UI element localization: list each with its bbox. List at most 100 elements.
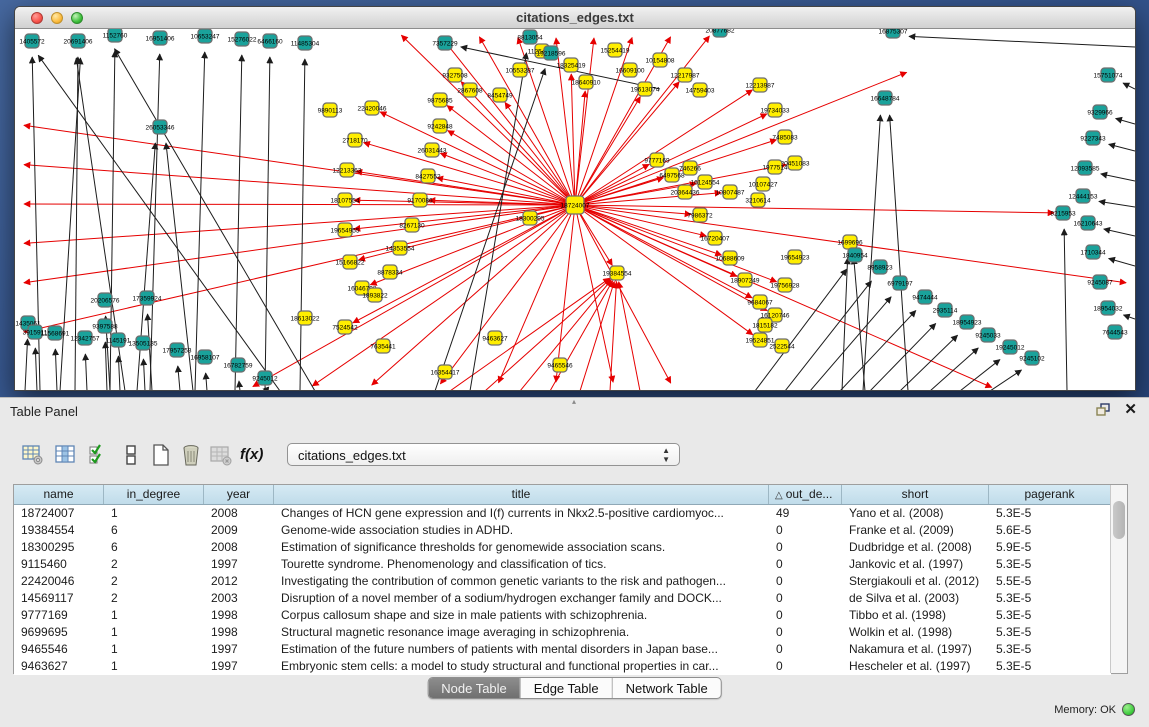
network-node[interactable]: 15276022 [228, 32, 257, 46]
table-row[interactable]: 977716911998Corpus callosum shape and si… [14, 607, 1111, 624]
network-edge[interactable] [461, 82, 575, 205]
column-header-year[interactable]: year [204, 485, 274, 504]
table-row[interactable]: 2242004622012Investigating the contribut… [14, 573, 1111, 590]
network-edge[interactable] [447, 106, 575, 205]
column-header-pagerank[interactable]: pagerank [989, 485, 1111, 504]
network-node[interactable]: 9474444 [912, 290, 938, 304]
network-edge[interactable] [575, 82, 679, 205]
table-row[interactable]: 1872400712008Changes of HCN gene express… [14, 505, 1111, 522]
network-edge[interactable] [1064, 229, 1067, 390]
network-node[interactable]: 26053346 [146, 120, 175, 134]
scrollbar-thumb[interactable] [1113, 501, 1125, 539]
network-node[interactable]: 16648784 [871, 91, 900, 105]
network-edge[interactable] [1101, 174, 1135, 181]
network-edge[interactable] [575, 205, 1054, 213]
network-node[interactable]: 7485083 [772, 130, 798, 144]
network-edge[interactable] [239, 381, 240, 390]
network-node[interactable]: 1145191 [106, 333, 131, 347]
network-node[interactable]: 18325419 [557, 58, 586, 72]
network-node[interactable]: 9463627 [482, 331, 508, 345]
network-view[interactable]: 9890113224200462718170122133631810755419… [15, 29, 1135, 390]
network-node[interactable]: 10107427 [749, 177, 778, 191]
network-node[interactable]: 8267130 [399, 218, 425, 232]
tab-node-table[interactable]: Node Table [428, 678, 520, 698]
network-node[interactable]: 1710344 [1080, 245, 1106, 259]
network-node[interactable]: 10154808 [646, 53, 675, 67]
network-edge[interactable] [24, 205, 575, 283]
function-builder-icon[interactable]: f(x) [240, 444, 270, 466]
network-node[interactable]: 16875307 [879, 29, 908, 38]
network-node[interactable]: 16951406 [146, 31, 175, 45]
network-edge[interactable] [85, 354, 87, 390]
network-node[interactable]: 9245087 [1087, 275, 1113, 289]
delete-table-trash-icon[interactable] [180, 444, 202, 466]
table-row[interactable]: 1456911722003Disruption of a novel membe… [14, 590, 1111, 607]
network-node[interactable]: 12444153 [1069, 189, 1098, 203]
network-node[interactable]: 18640910 [572, 75, 601, 89]
network-edge[interactable] [840, 311, 916, 390]
float-panel-icon[interactable] [1096, 403, 1112, 417]
network-node[interactable]: 11485304 [291, 36, 320, 50]
network-edge[interactable] [575, 72, 907, 205]
network-node[interactable]: 16782759 [224, 358, 253, 372]
table-row[interactable]: 1830029562008Estimation of significance … [14, 539, 1111, 556]
network-edge[interactable] [35, 348, 37, 390]
network-node[interactable]: 10688609 [716, 251, 745, 265]
network-node[interactable]: 8813054 [517, 30, 543, 44]
column-header-title[interactable]: title [274, 485, 769, 504]
table-selector-dropdown[interactable]: citations_edges.txt ▲▼ [287, 443, 680, 466]
table-row[interactable]: 946554611997Estimation of the future num… [14, 641, 1111, 658]
network-edge[interactable] [206, 373, 207, 390]
network-node[interactable]: 18954923 [953, 315, 982, 329]
table-vertical-scrollbar[interactable] [1110, 485, 1127, 673]
network-edge[interactable] [118, 356, 120, 390]
network-node[interactable]: 9329966 [1087, 105, 1113, 119]
network-node[interactable]: 15751074 [1094, 68, 1123, 82]
network-node[interactable]: 1699696 [837, 235, 863, 249]
network-edge[interactable] [619, 282, 640, 390]
rows-icon[interactable] [120, 444, 142, 466]
delete-column-disabled-icon[interactable] [210, 444, 232, 466]
network-node[interactable]: 9875685 [427, 93, 453, 107]
column-header-short[interactable]: short [842, 485, 989, 504]
network-node[interactable]: 11568691 [41, 326, 70, 340]
network-edge[interactable] [785, 281, 871, 390]
table-row[interactable]: 1938455462009Genome-wide association stu… [14, 522, 1111, 539]
network-node[interactable]: 7635441 [370, 339, 396, 353]
network-edge[interactable] [870, 323, 936, 390]
table-row[interactable]: 969969511998Structural magnetic resonanc… [14, 624, 1111, 641]
column-header-in-degree[interactable]: in_degree [104, 485, 204, 504]
network-edge[interactable] [55, 349, 57, 390]
network-node[interactable]: 16609100 [616, 63, 645, 77]
network-edge[interactable] [235, 55, 242, 390]
network-node[interactable]: 9227343 [1080, 131, 1106, 145]
network-node[interactable]: 20877682 [706, 29, 735, 37]
column-header-out-de-[interactable]: △out_de... [769, 485, 842, 504]
network-node[interactable]: 16958107 [191, 350, 220, 364]
network-edge[interactable] [990, 370, 1022, 390]
network-edge[interactable] [890, 115, 908, 390]
network-node[interactable]: 10653247 [191, 29, 220, 43]
network-node[interactable]: 6979197 [887, 276, 913, 290]
network-edge[interactable] [900, 335, 958, 390]
network-edge[interactable] [24, 204, 575, 205]
network-edge[interactable] [105, 342, 107, 390]
network-node[interactable]: 16124554 [691, 175, 720, 189]
network-edge[interactable] [195, 52, 205, 390]
network-edge[interactable] [610, 282, 616, 390]
network-node[interactable]: 9890113 [318, 103, 343, 117]
network-node[interactable]: 7986372 [687, 208, 713, 222]
network-node[interactable]: 8878334 [377, 265, 403, 279]
network-node[interactable]: 20691406 [64, 34, 93, 48]
network-edge[interactable] [1109, 144, 1135, 151]
network-node[interactable]: 17957253 [163, 343, 192, 357]
network-node[interactable]: 10807487 [716, 185, 745, 199]
network-node[interactable]: 15166822 [336, 255, 365, 269]
network-edge[interactable] [1123, 315, 1135, 319]
tab-edge-table[interactable]: Edge Table [520, 678, 612, 698]
network-node[interactable]: 1405572 [19, 34, 45, 48]
network-node[interactable]: 9245033 [975, 328, 1001, 342]
network-node[interactable]: 6466160 [257, 34, 283, 48]
network-node[interactable]: 9327508 [442, 68, 468, 82]
table-settings-icon[interactable] [22, 444, 44, 466]
